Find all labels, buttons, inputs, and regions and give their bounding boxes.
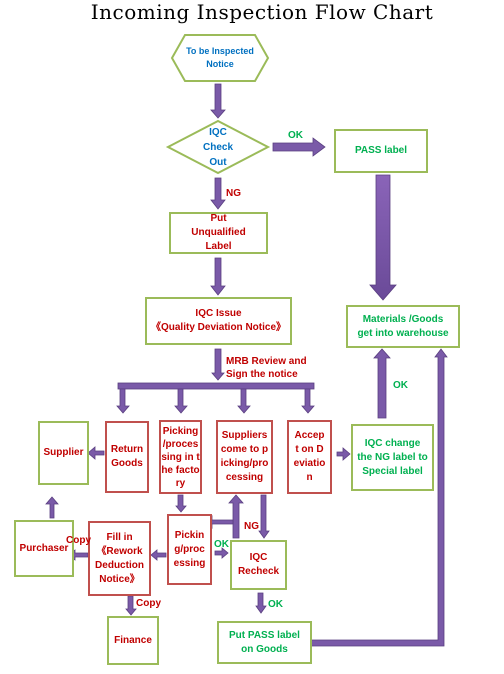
arrow-purchaser-to-supplier	[45, 496, 59, 519]
label-ng-check: NG	[226, 188, 241, 199]
finance-box: Finance	[107, 616, 159, 665]
issue-line2: 《Quality Deviation Notice》	[150, 322, 287, 333]
label-ok-change: OK	[393, 380, 408, 391]
picking-factory-box: Picking /processing in the factory	[159, 420, 202, 494]
arrow-issue-to-mrb	[211, 348, 225, 381]
arrow-mrb-to-picking-factory	[174, 388, 188, 414]
supplier-box: Supplier	[38, 421, 89, 485]
issue-box: IQC Issue 《Quality Deviation Notice》	[145, 297, 292, 345]
arrow-rework-to-finance	[125, 595, 137, 616]
unqualified-box: Put Unqualified Label	[169, 212, 268, 254]
arrow-return-to-supplier	[87, 446, 105, 460]
start-node-text: To be Inspected Notice	[186, 46, 254, 69]
arrow-picking-to-rework	[150, 549, 167, 561]
arrow-suppliers-to-recheck	[258, 494, 270, 539]
return-goods-box: Return Goods	[105, 421, 149, 493]
arrow-recheck-to-putpass	[255, 592, 267, 614]
pass-label-box: PASS label	[334, 129, 428, 173]
arrow-mrb-to-return	[116, 388, 130, 414]
warehouse-box: Materials /Goods get into warehouse	[346, 305, 460, 348]
arrow-unqualified-to-issue	[210, 257, 226, 296]
accept-deviation-box: Accept on Deviation	[287, 420, 332, 494]
label-copy-purchaser: Copy	[66, 535, 91, 546]
arrow-accept-to-change	[336, 447, 351, 461]
arrow-change-to-warehouse	[373, 348, 391, 419]
mrb-bar	[117, 382, 315, 390]
arrow-mrb-to-suppliers-come	[237, 388, 251, 414]
suppliers-come-box: Suppliers come to picking/processing	[216, 420, 273, 494]
arrow-check-to-unqualified	[210, 177, 226, 210]
purchaser-box: Purchaser	[14, 520, 74, 577]
issue-line1: IQC Issue	[195, 308, 242, 319]
iqc-recheck-box: IQC Recheck	[230, 540, 287, 590]
label-ok-recheck: OK	[268, 599, 283, 610]
label-ng-recheck: NG	[244, 521, 259, 532]
label-ok-check: OK	[288, 130, 303, 141]
rework-notice-box: Fill in 《Rework Deduction Notice》	[88, 521, 151, 596]
check-node-text: IQC Check Out	[202, 126, 233, 168]
arrow-mrb-to-accept	[301, 388, 315, 414]
arrow-recheck-to-suppliers	[228, 494, 244, 539]
iqc-change-box: IQC change the NG label to Special label	[351, 424, 434, 491]
label-mrb: MRB Review and Sign the notice	[226, 356, 307, 380]
label-ok-picking: OK	[214, 539, 229, 550]
picking-processing-box: Picking/processing	[167, 514, 212, 585]
arrow-pass-to-warehouse	[369, 174, 397, 301]
put-pass-box: Put PASS label on Goods	[217, 621, 312, 664]
arrow-factory-to-picking	[175, 494, 187, 513]
arrow-start-to-check	[210, 83, 226, 119]
label-copy-finance: Copy	[136, 598, 161, 609]
